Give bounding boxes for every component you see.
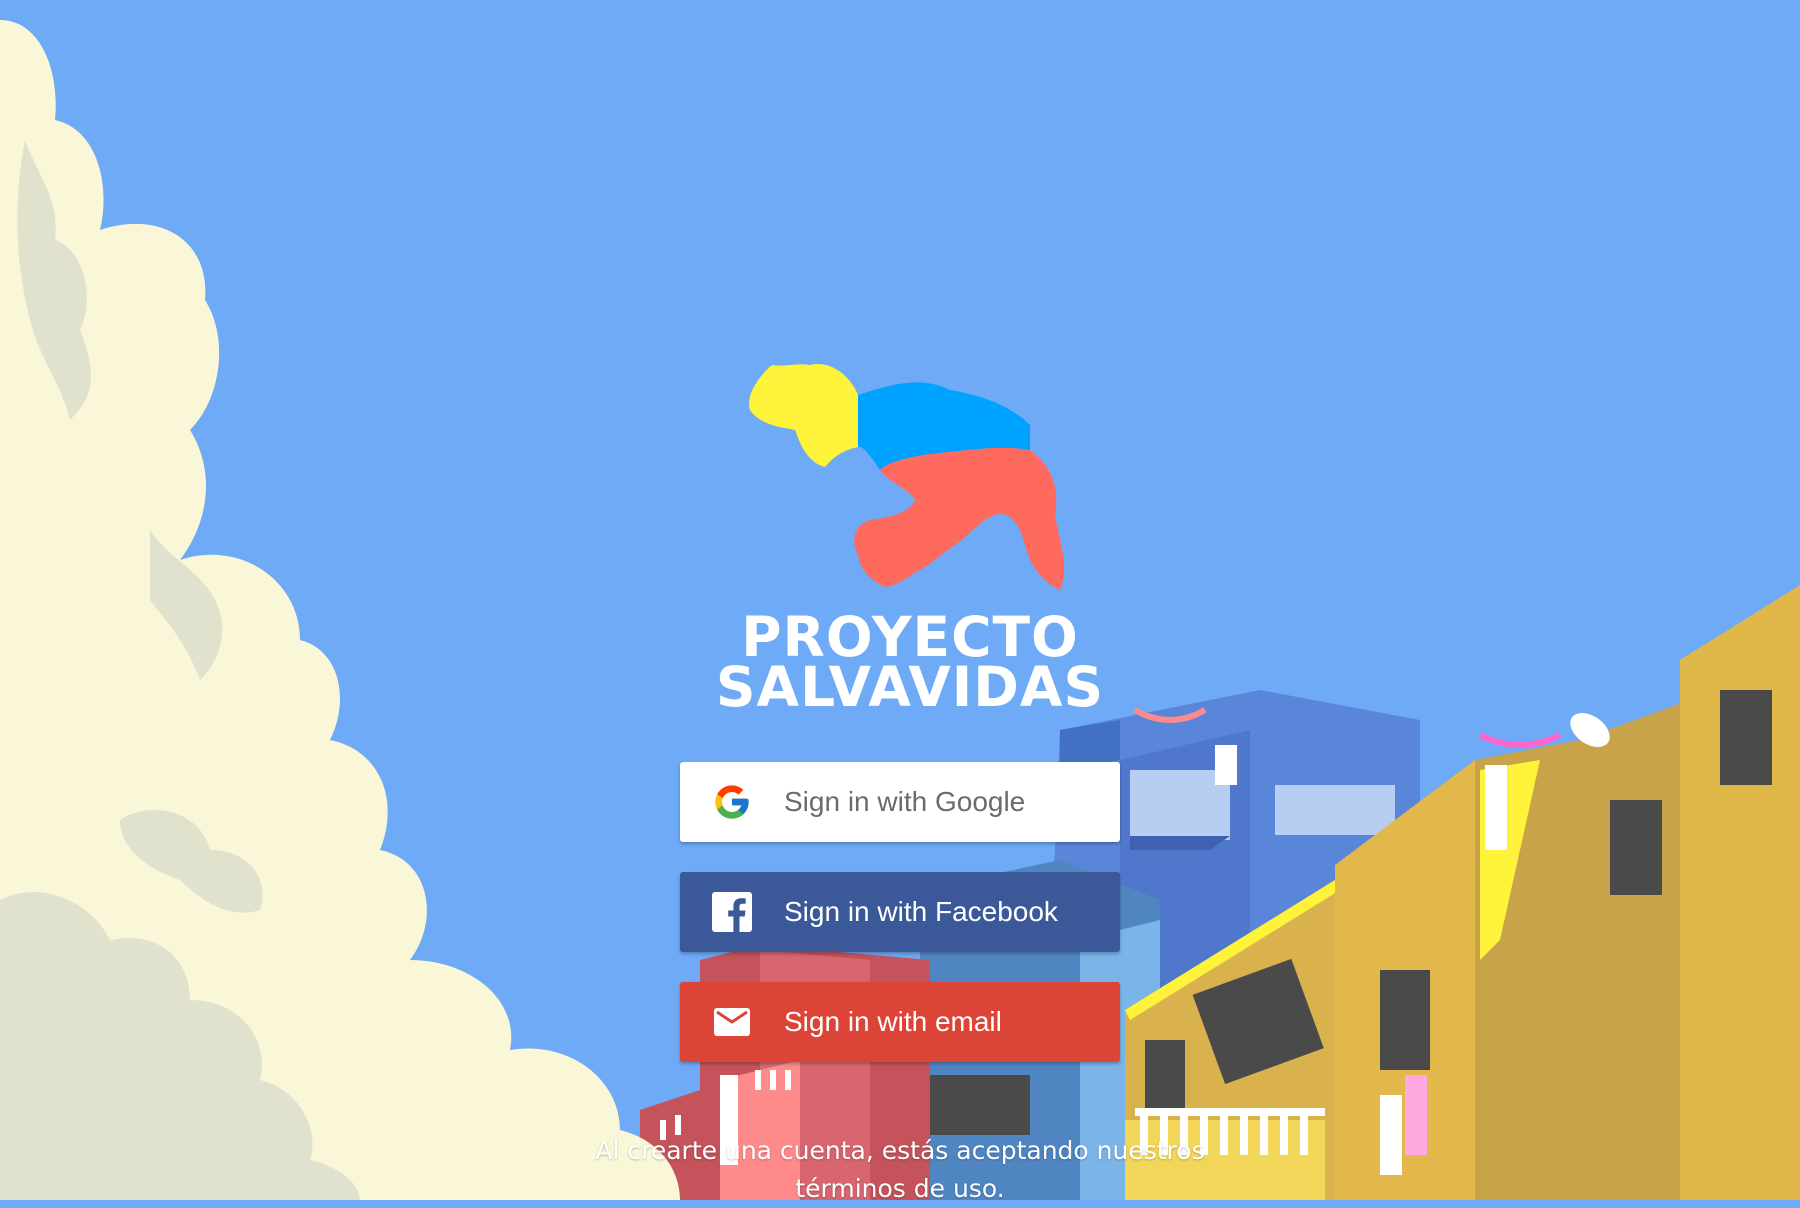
terms-notice: Al crearte una cuenta, estás aceptando n…: [595, 1136, 1205, 1203]
brand-line-2: SALVAVIDAS: [715, 655, 1105, 719]
venezuela-map-logo: [749, 364, 1065, 590]
envelope-icon: [710, 1000, 754, 1044]
sign-in-email-label: Sign in with email: [784, 1006, 1002, 1037]
google-g-icon: [710, 780, 754, 824]
sign-in-email-button[interactable]: Sign in with email: [680, 982, 1120, 1062]
sign-in-google-button[interactable]: Sign in with Google: [680, 762, 1120, 842]
sign-in-facebook-button[interactable]: Sign in with Facebook: [680, 872, 1120, 952]
brand-wordmark: PROYECTO SALVAVIDAS: [700, 610, 1120, 719]
facebook-f-icon: [710, 890, 754, 934]
sign-in-google-label: Sign in with Google: [784, 786, 1026, 817]
sign-in-facebook-label: Sign in with Facebook: [784, 896, 1058, 927]
clouds: [0, 20, 680, 1200]
brand-block: PROYECTO SALVAVIDAS: [700, 355, 1120, 719]
